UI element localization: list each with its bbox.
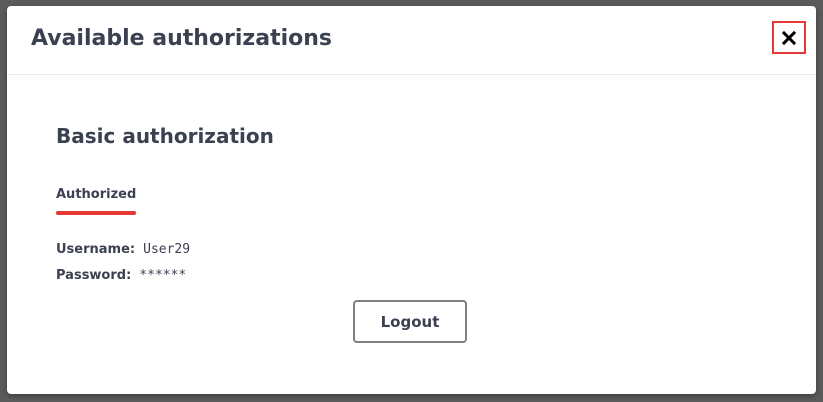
authorized-status: Authorized — [56, 187, 137, 202]
close-icon — [781, 30, 797, 46]
username-row: Username: User29 — [56, 242, 190, 257]
authorizations-modal: Available authorizations Basic authoriza… — [7, 6, 816, 394]
password-row: Password: ****** — [56, 268, 186, 283]
status-underline — [56, 211, 136, 215]
basic-auth-section: Basic authorization — [56, 124, 274, 148]
password-value: ****** — [139, 268, 187, 283]
password-label: Password: — [56, 268, 132, 283]
auth-title: Basic authorization — [56, 124, 274, 148]
logout-button[interactable]: Logout — [353, 300, 467, 343]
username-value: User29 — [143, 242, 191, 257]
modal-title: Available authorizations — [31, 26, 332, 51]
close-button[interactable] — [772, 21, 806, 54]
username-label: Username: — [56, 242, 136, 257]
modal-header: Available authorizations — [7, 6, 816, 75]
